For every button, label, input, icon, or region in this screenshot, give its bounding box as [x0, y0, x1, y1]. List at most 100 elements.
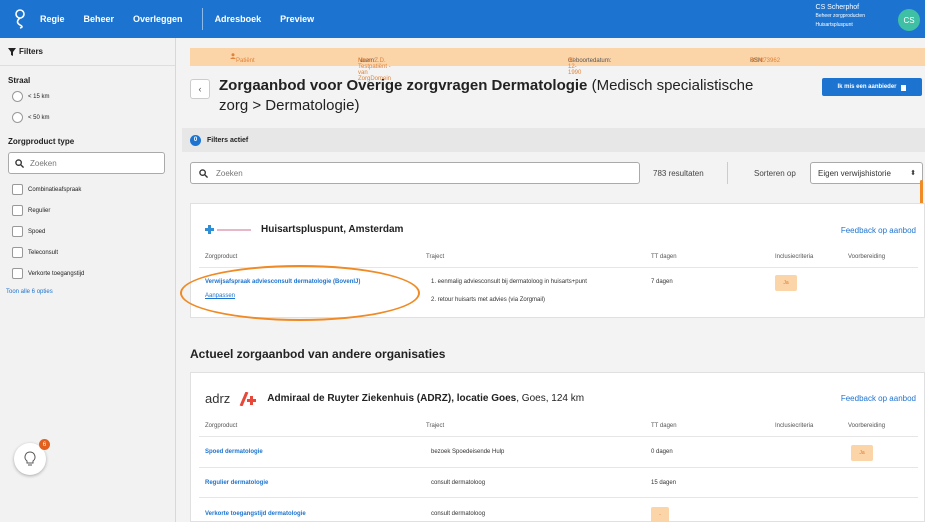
search-icon [15, 158, 24, 168]
page-title-main: Zorgaanbod voor Overige zorgvragen Derma… [219, 77, 588, 94]
provider-location: , Goes, 124 km [516, 393, 585, 404]
col-traject: Traject [426, 254, 445, 260]
notification-badge: 6 [39, 439, 50, 450]
checkbox-box[interactable] [12, 268, 23, 279]
checkbox-teleconsult[interactable]: Teleconsult [12, 247, 175, 258]
missing-provider-label: Ik mis een aanbieder [837, 84, 897, 90]
huisartspluspunt-logo-icon [205, 224, 251, 234]
nav-preview[interactable]: Preview [280, 14, 314, 24]
building-icon [900, 84, 906, 91]
product-link[interactable]: Verkorte toegangstijd dermatologie [205, 511, 306, 517]
col-voorbereiding: Voorbereiding [848, 423, 886, 429]
results-count: 783 resultaten [653, 169, 704, 178]
app-logo-icon[interactable] [0, 0, 40, 38]
traject-step-2: 2. retour huisarts met advies (via Zorgm… [431, 297, 546, 303]
zorgproduct-search-placeholder: Zoeken [30, 158, 57, 168]
product-link[interactable]: Spoed dermatologie [205, 449, 263, 455]
sort-label: Sorteren op [754, 169, 796, 178]
patient-badge: Patiënt [230, 53, 255, 64]
avatar[interactable]: CS [898, 9, 920, 31]
checkbox-box[interactable] [12, 226, 23, 237]
checkbox-label: Combinatieafspraak [28, 186, 82, 193]
col-tt-dagen: TT dagen [651, 423, 677, 429]
nav-adresboek[interactable]: Adresboek [215, 14, 262, 24]
zorgproduct-search-input[interactable]: Zoeken [8, 152, 165, 174]
col-voorbereiding: Voorbereiding [848, 254, 886, 260]
provider-name[interactable]: Admiraal de Ruyter Ziekenhuis (ADRZ), lo… [267, 393, 516, 404]
checkbox-regulier[interactable]: Regulier [12, 205, 175, 216]
traject-value: consult dermatoloog [431, 511, 486, 517]
feedback-link[interactable]: Feedback op aanbod [841, 226, 916, 235]
col-inclusiecriteria: Inclusiecriteria [775, 254, 814, 260]
row-divider [199, 497, 918, 498]
search-placeholder: Zoeken [216, 168, 243, 178]
product-link[interactable]: Regulier dermatologie [205, 480, 268, 486]
page-title: Zorgaanbod voor Overige zorgvragen Derma… [219, 76, 779, 116]
checkbox-label: Spoed [28, 228, 46, 235]
checkbox-box[interactable] [12, 247, 23, 258]
active-filter-count: 0 [190, 134, 201, 146]
divider [727, 162, 728, 184]
nav-regie[interactable]: Regie [40, 14, 65, 24]
back-button[interactable]: ‹ [190, 79, 210, 99]
nav-beheer[interactable]: Beheer [84, 14, 115, 24]
patient-bsn: 900073962 [750, 58, 781, 64]
patient-birthdate: 31-12-1990 [568, 58, 582, 76]
checkbox-combinatieafspraak[interactable]: Combinatieafspraak [12, 184, 175, 195]
col-tt-dagen: TT dagen [651, 254, 677, 260]
top-bar: Regie Beheer Overleggen Adresboek Previe… [0, 0, 925, 38]
radio-50km[interactable]: < 50 km [12, 112, 175, 123]
main-nav: Regie Beheer Overleggen Adresboek Previe… [40, 8, 333, 30]
nav-divider [201, 8, 203, 30]
radio-15km-label: < 15 km [28, 93, 50, 100]
provider-name-row: Huisartspluspunt, Amsterdam [205, 224, 403, 235]
checkbox-spoed[interactable]: Spoed [12, 226, 175, 237]
voorbereiding-badge[interactable]: Ja [851, 445, 873, 461]
radio-circle[interactable] [12, 91, 23, 102]
inclusie-badge[interactable]: Ja [775, 275, 797, 291]
search-icon [199, 168, 208, 178]
filters-header: Filters [0, 38, 175, 66]
user-info[interactable]: CS Scherphof Beheer zorgproducten Huisar… [816, 3, 865, 30]
show-all-options-link[interactable]: Toon alle 6 opties [6, 289, 175, 295]
active-filters-label: Filters actief [207, 136, 249, 144]
filters-title: Filters [19, 47, 44, 56]
funnel-icon [8, 47, 16, 56]
radio-15km[interactable]: < 15 km [12, 91, 175, 102]
checkbox-verkorte-toegangstijd[interactable]: Verkorte toegangstijd [12, 268, 175, 279]
row-divider [199, 436, 918, 437]
provider-card-adrz: adrz Admiraal de Ruyter Ziekenhuis (ADRZ… [190, 372, 925, 522]
highlight-ellipse [180, 265, 420, 321]
sort-select[interactable]: Eigen verwijshistorie ⬍ [810, 162, 923, 184]
adrz-logo: adrz [205, 391, 231, 406]
traject-value: consult dermatoloog [431, 480, 486, 486]
lightbulb-icon[interactable]: 6 [14, 439, 50, 475]
checkbox-label: Regulier [28, 207, 51, 214]
radio-circle[interactable] [12, 112, 23, 123]
straal-heading: Straal [8, 76, 31, 85]
checkbox-box[interactable] [12, 205, 23, 216]
traject-step-1: 1. eenmalig adviesconsult bij dermatoloo… [431, 279, 587, 285]
feedback-link[interactable]: Feedback op aanbod [841, 394, 916, 403]
radio-50km-label: < 50 km [28, 114, 50, 121]
checkbox-label: Verkorte toegangstijd [28, 270, 85, 277]
tt-dagen-value: 7 dagen [651, 279, 673, 285]
col-zorgproduct: Zorgproduct [205, 423, 238, 429]
user-org: Huisartspluspunt [815, 22, 853, 28]
checkbox-label: Teleconsult [28, 249, 59, 256]
active-filters-bar[interactable]: 0 Filters actief [182, 128, 925, 152]
col-zorgproduct: Zorgproduct [205, 254, 238, 260]
patient-label: Patiënt [236, 58, 255, 64]
tt-dagen-badge: - [651, 507, 669, 522]
search-input[interactable]: Zoeken [190, 162, 640, 184]
missing-provider-button[interactable]: Ik mis een aanbieder [822, 78, 922, 96]
nav-overleggen[interactable]: Overleggen [133, 14, 183, 24]
tt-dagen-value: 0 dagen [651, 449, 673, 455]
checkbox-box[interactable] [12, 184, 23, 195]
provider-name[interactable]: Huisartspluspunt, Amsterdam [261, 224, 403, 235]
sort-arrows-icon: ⬍ [910, 170, 916, 177]
user-role: Beheer zorgproducten [815, 13, 865, 19]
adrz-logo-icon [239, 391, 257, 406]
zorgproduct-heading: Zorgproduct type [8, 137, 75, 146]
patient-banner: Patiënt Naam: Mevr. Z.D. Testpatiënt - v… [190, 48, 925, 82]
